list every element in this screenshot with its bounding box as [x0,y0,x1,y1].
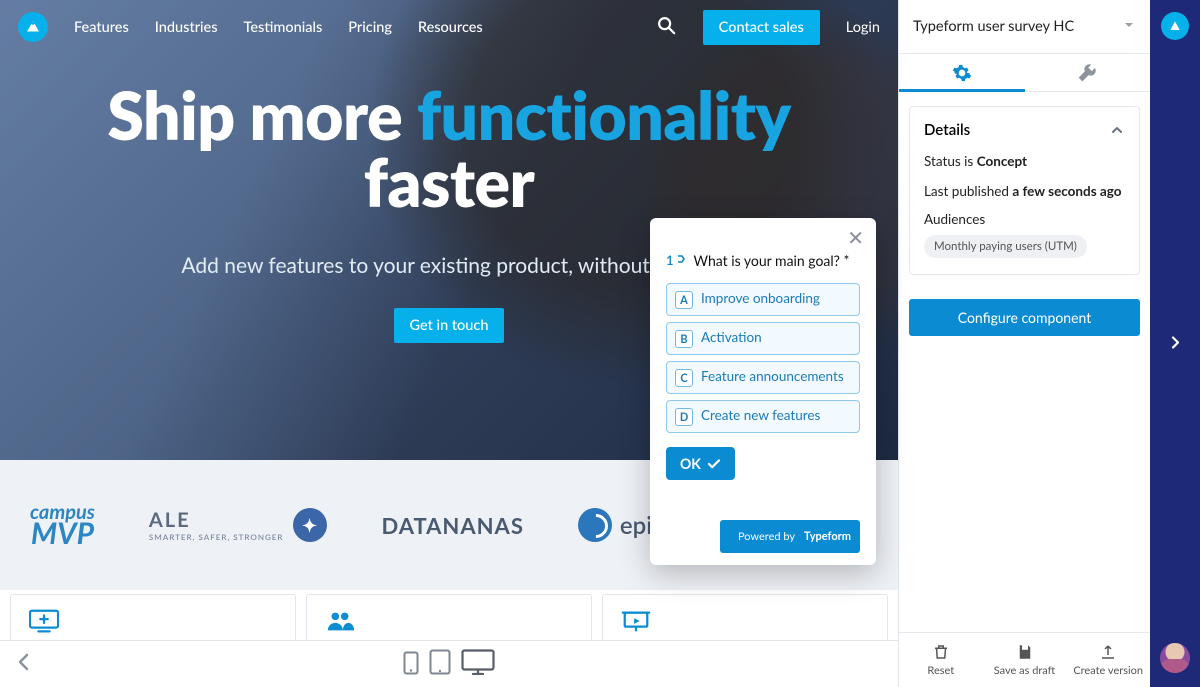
back-button[interactable] [14,652,34,676]
survey-option-c[interactable]: C Feature announcements [666,361,860,394]
panel-actions: Reset Save as draft Create version [899,632,1150,687]
survey-option-d[interactable]: D Create new features [666,400,860,433]
survey-option-b[interactable]: B Activation [666,322,860,355]
login-link[interactable]: Login [846,19,880,36]
inspector-panel: Typeform user survey HC Details Status i… [898,0,1150,687]
feature-card-3[interactable] [602,594,888,640]
feature-card-2[interactable] [306,594,592,640]
check-icon [707,457,721,471]
site-nav: Features Industries Testimonials Pricing… [0,0,898,54]
app-rail [1150,0,1200,687]
client-campusmvp: campusMVP [30,504,95,547]
get-in-touch-button[interactable]: Get in touch [394,308,505,343]
preview-area: Features Industries Testimonials Pricing… [0,0,898,687]
search-icon[interactable] [655,14,677,40]
create-version-button[interactable]: Create version [1066,633,1150,687]
option-label: Create new features [701,407,820,424]
option-key: C [675,369,693,387]
question-number: 1 [666,252,686,269]
wrench-icon [1077,63,1097,83]
save-icon [1016,643,1034,661]
tab-settings[interactable] [899,54,1025,91]
feature-cards-row [0,590,898,640]
chevron-up-icon [1109,122,1125,138]
nav-link-industries[interactable]: Industries [155,19,218,36]
nav-link-testimonials[interactable]: Testimonials [244,19,323,36]
device-tablet-icon[interactable] [429,649,451,679]
reset-button[interactable]: Reset [899,633,983,687]
save-draft-button[interactable]: Save as draft [983,633,1067,687]
mountain-icon [1167,18,1183,34]
dropdown-icon[interactable] [1122,17,1136,36]
device-switcher [403,649,495,679]
survey-option-a[interactable]: A Improve onboarding [666,283,860,316]
presentation-icon [621,609,651,633]
device-mobile-icon[interactable] [403,651,419,679]
client-datananas: DATANANAS [381,512,523,539]
close-icon[interactable]: ✕ [847,228,864,248]
details-card: Details Status is Concept Last published… [909,106,1140,275]
typeform-survey-popup: ✕ 1 What is your main goal? * A Improve o… [650,218,876,565]
panel-tabs [899,54,1150,92]
client-ale: ALE SMARTER, SAFER, STRONGER ✦ [149,508,328,542]
mountain-icon [24,18,42,36]
nav-link-features[interactable]: Features [74,19,129,36]
tab-tools[interactable] [1025,54,1151,91]
expand-rail-button[interactable] [1168,334,1182,353]
component-title: Typeform user survey HC [913,18,1114,35]
feature-card-1[interactable] [10,594,296,640]
option-label: Improve onboarding [701,290,820,307]
audiences-label: Audiences [924,211,1125,227]
contact-sales-button[interactable]: Contact sales [703,10,820,45]
option-label: Feature announcements [701,368,844,385]
option-key: A [675,291,693,309]
app-logo[interactable] [1161,12,1189,40]
user-avatar[interactable] [1160,643,1190,673]
screen-plus-icon [29,609,59,633]
status-row: Status is Concept [924,153,1125,169]
option-key: D [675,408,693,426]
configure-component-button[interactable]: Configure component [909,299,1140,336]
ale-badge-icon: ✦ [293,508,327,542]
published-row: Last published a few seconds ago [924,183,1125,199]
preview-toolbar [0,640,898,687]
powered-by-badge[interactable]: Powered by Typeform [666,520,860,553]
users-icon [325,609,355,633]
brand-logo[interactable] [18,12,48,42]
option-label: Activation [701,329,762,346]
question-text: What is your main goal? * [694,252,850,269]
device-desktop-icon[interactable] [461,649,495,679]
nav-link-pricing[interactable]: Pricing [348,19,392,36]
nav-link-resources[interactable]: Resources [418,19,483,36]
gear-icon [952,63,972,83]
option-key: B [675,330,693,348]
details-toggle[interactable]: Details [924,121,1125,139]
ok-button[interactable]: OK [666,447,735,480]
trash-icon [932,643,950,661]
upload-icon [1099,643,1117,661]
audience-chip[interactable]: Monthly paying users (UTM) [924,235,1087,258]
component-selector[interactable]: Typeform user survey HC [899,0,1150,54]
epiphan-icon [578,508,612,542]
hero-heading: Ship more functionality faster [0,82,898,217]
